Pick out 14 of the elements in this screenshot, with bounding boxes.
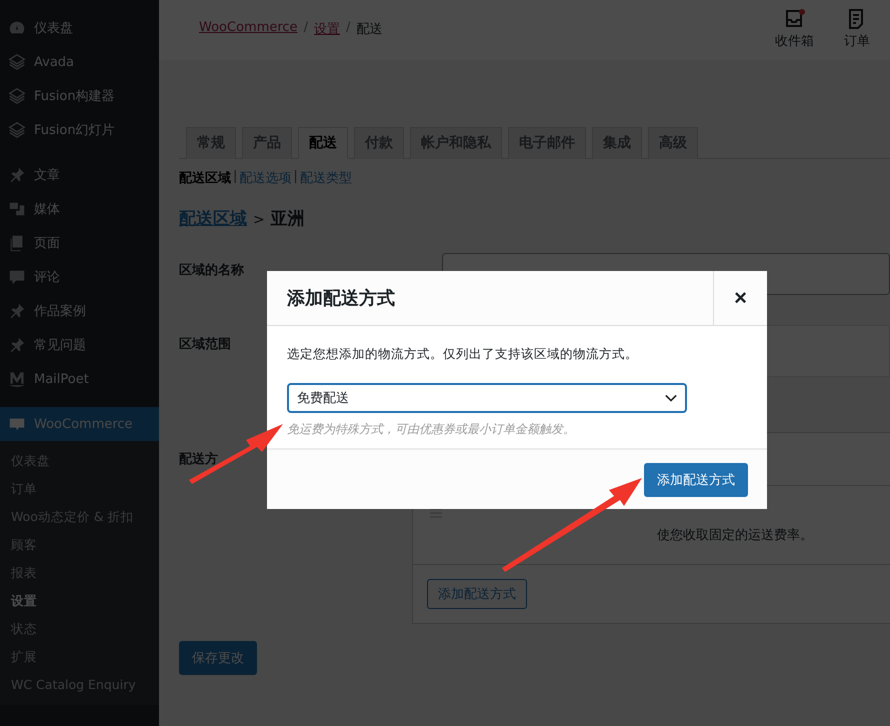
method-hint: 免运费为特殊方式，可由优惠券或最小订单金额触发。 [287,421,576,438]
modal-title: 添加配送方式 [286,287,395,310]
breadcrumb-current: 配送 [356,21,382,38]
subtab-separator: | [293,169,298,186]
field-label: 区域范围 [179,336,231,353]
method-description: 使您收取固定的运送费率。 [657,527,813,544]
breadcrumb-separator: / [346,20,350,37]
zone-title: 亚洲 [270,208,305,230]
field-label: 区域的名称 [179,262,244,279]
subtab-separator: | [233,169,238,186]
breadcrumb-separator: / [304,20,308,37]
field-label: 配送方 [179,450,218,468]
heading-separator: > [253,212,265,228]
modal-description: 选定您想添加的物流方式。仅列出了支持该区域的物流方式。 [287,346,639,363]
